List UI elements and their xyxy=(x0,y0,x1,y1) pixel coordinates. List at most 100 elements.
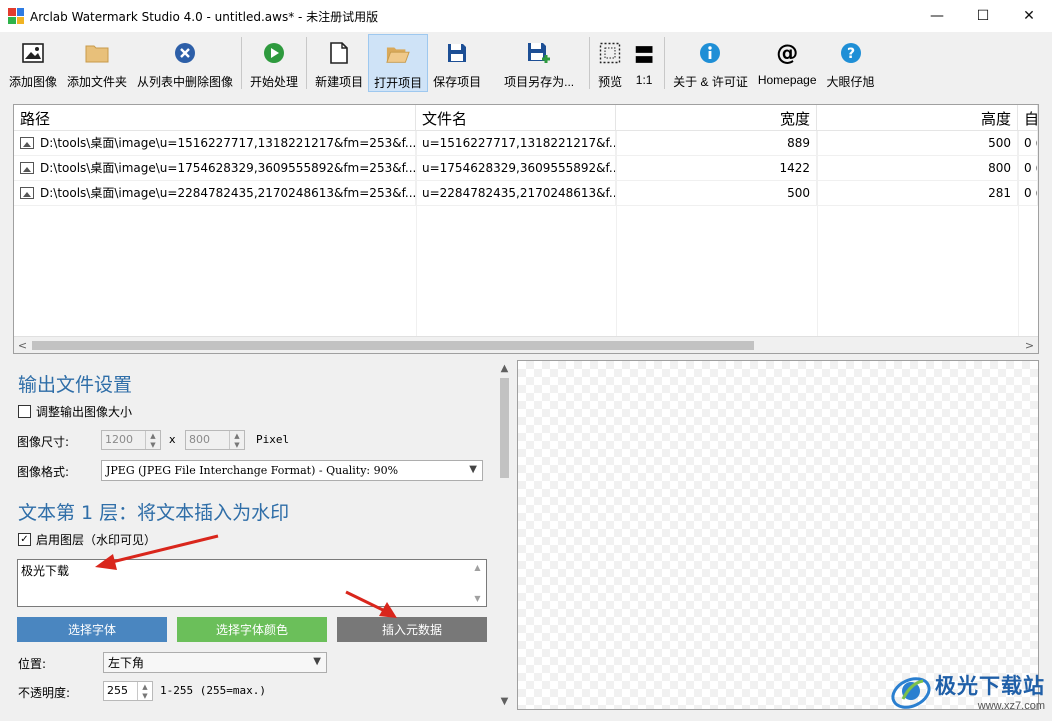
minimize-button[interactable]: — xyxy=(914,0,960,32)
table-row[interactable]: D:\tools\桌面\image\u=1754628329,360955589… xyxy=(14,155,1038,181)
cell-extra: 0 ( xyxy=(1018,155,1038,181)
resize-output-option[interactable]: 调整输出图像大小 xyxy=(18,403,132,420)
cell-width: 889 xyxy=(616,130,817,156)
position-value: 左下角 xyxy=(108,656,145,670)
horizontal-scrollbar[interactable]: < > xyxy=(14,336,1038,353)
cell-height: 800 xyxy=(817,155,1018,181)
open-project-button[interactable]: 打开项目 xyxy=(368,34,429,92)
maximize-button[interactable]: ☐ xyxy=(960,0,1006,32)
remove-image-label: 从列表中删除图像 xyxy=(137,75,234,89)
svg-text:?: ? xyxy=(846,46,854,62)
cell-extra: 0 ( xyxy=(1018,130,1038,156)
scroll-down-icon[interactable]: ▼ xyxy=(496,693,513,710)
height-value: 800 xyxy=(189,433,210,446)
about-license-button[interactable]: 关于 & 许可证 xyxy=(668,34,753,92)
settings-vertical-scrollbar[interactable]: ▲ ▼ xyxy=(496,360,513,710)
image-size-label: 图像尺寸: xyxy=(17,435,70,449)
image-file-list[interactable]: 路径 文件名 宽度 高度 自 D:\tools\桌面\image\u=15162… xyxy=(13,104,1039,354)
output-settings-title: 输出文件设置 xyxy=(18,374,133,396)
help-button[interactable]: ? 大眼仔旭 xyxy=(822,34,880,92)
scroll-left-icon[interactable]: < xyxy=(14,337,31,353)
position-label: 位置: xyxy=(18,657,47,671)
scroll-right-icon[interactable]: > xyxy=(1021,337,1038,353)
save-project-as-button[interactable]: 项目另存为... xyxy=(486,34,586,92)
column-header-height[interactable]: 高度 xyxy=(817,105,1018,130)
site-logo-icon xyxy=(889,669,933,713)
cell-path: D:\tools\桌面\image\u=1754628329,360955589… xyxy=(40,160,416,175)
spinner-arrows-icon[interactable]: ▲ ▼ xyxy=(137,682,152,700)
cell-extra: 0 ( xyxy=(1018,180,1038,206)
preview-dotted-icon xyxy=(598,41,622,65)
column-header-path[interactable]: 路径 xyxy=(14,105,416,130)
about-license-label: 关于 & 许可证 xyxy=(673,75,748,89)
file-list-header: 路径 文件名 宽度 高度 自 xyxy=(14,105,1038,131)
cell-width: 1422 xyxy=(616,155,817,181)
floppy-disk-icon xyxy=(445,41,469,65)
spinner-arrows-icon[interactable]: ▲ ▼ xyxy=(229,431,244,449)
watermark-text-input[interactable]: 极光下载 ▲ ▼ xyxy=(17,559,487,607)
column-header-filename[interactable]: 文件名 xyxy=(416,105,616,130)
spinner-arrows-icon[interactable]: ▲ ▼ xyxy=(145,431,160,449)
add-folder-button[interactable]: 添加文件夹 xyxy=(62,34,132,92)
save-as-icon xyxy=(527,41,551,65)
opacity-input[interactable]: 255 ▲ ▼ xyxy=(103,681,153,701)
unit-label: Pixel xyxy=(256,433,290,446)
actual-size-label: 1:1 xyxy=(635,73,653,87)
insert-metadata-button[interactable]: 插入元数据 xyxy=(337,617,487,642)
watermark-text-value: 极光下载 xyxy=(21,564,70,578)
help-icon: ? xyxy=(839,41,863,65)
toolbar-separator xyxy=(664,37,666,89)
site-url: www.xz7.com xyxy=(977,700,1045,712)
cell-filename: u=1516227717,1318221217&f... xyxy=(416,130,616,156)
scrollbar-thumb[interactable] xyxy=(32,341,754,350)
remove-image-button[interactable]: 从列表中删除图像 xyxy=(132,34,238,92)
column-header-extra[interactable]: 自 xyxy=(1018,105,1038,130)
enable-layer-option[interactable]: ✓ 启用图层（水印可见） xyxy=(18,531,156,548)
window-title: Arclab Watermark Studio 4.0 - untitled.a… xyxy=(30,9,379,24)
app-logo-icon xyxy=(8,8,24,24)
chevron-down-icon: ▼ xyxy=(469,464,477,475)
choose-font-color-button[interactable]: 选择字体颜色 xyxy=(177,617,327,642)
position-select[interactable]: 左下角 ▼ xyxy=(103,652,327,673)
add-folder-label: 添加文件夹 xyxy=(67,75,128,89)
new-project-button[interactable]: 新建项目 xyxy=(310,34,368,92)
enable-layer-label: 启用图层（水印可见） xyxy=(36,533,157,547)
width-value: 1200 xyxy=(105,433,133,446)
folder-icon xyxy=(85,41,109,65)
preview-button[interactable]: 预览 xyxy=(593,34,627,92)
new-file-icon xyxy=(327,41,351,65)
remove-circle-icon xyxy=(173,41,197,65)
chevron-down-icon: ▼ xyxy=(313,656,321,667)
scrollbar-thumb[interactable] xyxy=(500,378,509,478)
toolbar-separator xyxy=(306,37,308,89)
homepage-button[interactable]: @ Homepage xyxy=(753,34,822,92)
close-button[interactable]: ✕ xyxy=(1006,0,1052,32)
cell-path: D:\tools\桌面\image\u=2284782435,217024861… xyxy=(40,185,416,200)
homepage-label: Homepage xyxy=(757,73,817,87)
scroll-up-icon[interactable]: ▲ xyxy=(496,360,513,377)
width-input[interactable]: 1200 ▲ ▼ xyxy=(101,430,161,450)
save-project-label: 保存项目 xyxy=(433,75,482,89)
equals-icon: 〓 xyxy=(634,42,655,67)
save-project-button[interactable]: 保存项目 xyxy=(428,34,486,92)
resize-checkbox[interactable] xyxy=(18,405,31,418)
table-row[interactable]: D:\tools\桌面\image\u=1516227717,131822121… xyxy=(14,130,1038,156)
cell-path: D:\tools\桌面\image\u=1516227717,131822121… xyxy=(40,135,416,150)
opacity-value: 255 xyxy=(107,684,128,697)
open-folder-icon xyxy=(386,42,410,66)
toolbar-separator xyxy=(589,37,591,89)
toolbar-separator xyxy=(241,37,243,89)
opacity-label: 不透明度: xyxy=(18,686,71,700)
size-separator: x xyxy=(169,433,176,446)
table-row[interactable]: D:\tools\桌面\image\u=2284782435,217024861… xyxy=(14,180,1038,206)
start-processing-button[interactable]: 开始处理 xyxy=(245,34,303,92)
actual-size-button[interactable]: 〓 1:1 xyxy=(627,34,661,92)
column-header-width[interactable]: 宽度 xyxy=(616,105,817,130)
height-input[interactable]: 800 ▲ ▼ xyxy=(185,430,245,450)
enable-layer-checkbox[interactable]: ✓ xyxy=(18,533,31,546)
image-format-select[interactable]: JPEG (JPEG File Interchange Format) - Qu… xyxy=(101,460,483,481)
textarea-scrollbar[interactable]: ▲ ▼ xyxy=(469,560,486,606)
add-image-button[interactable]: 添加图像 xyxy=(4,34,62,92)
image-file-icon xyxy=(20,162,34,174)
choose-font-button[interactable]: 选择字体 xyxy=(17,617,167,642)
